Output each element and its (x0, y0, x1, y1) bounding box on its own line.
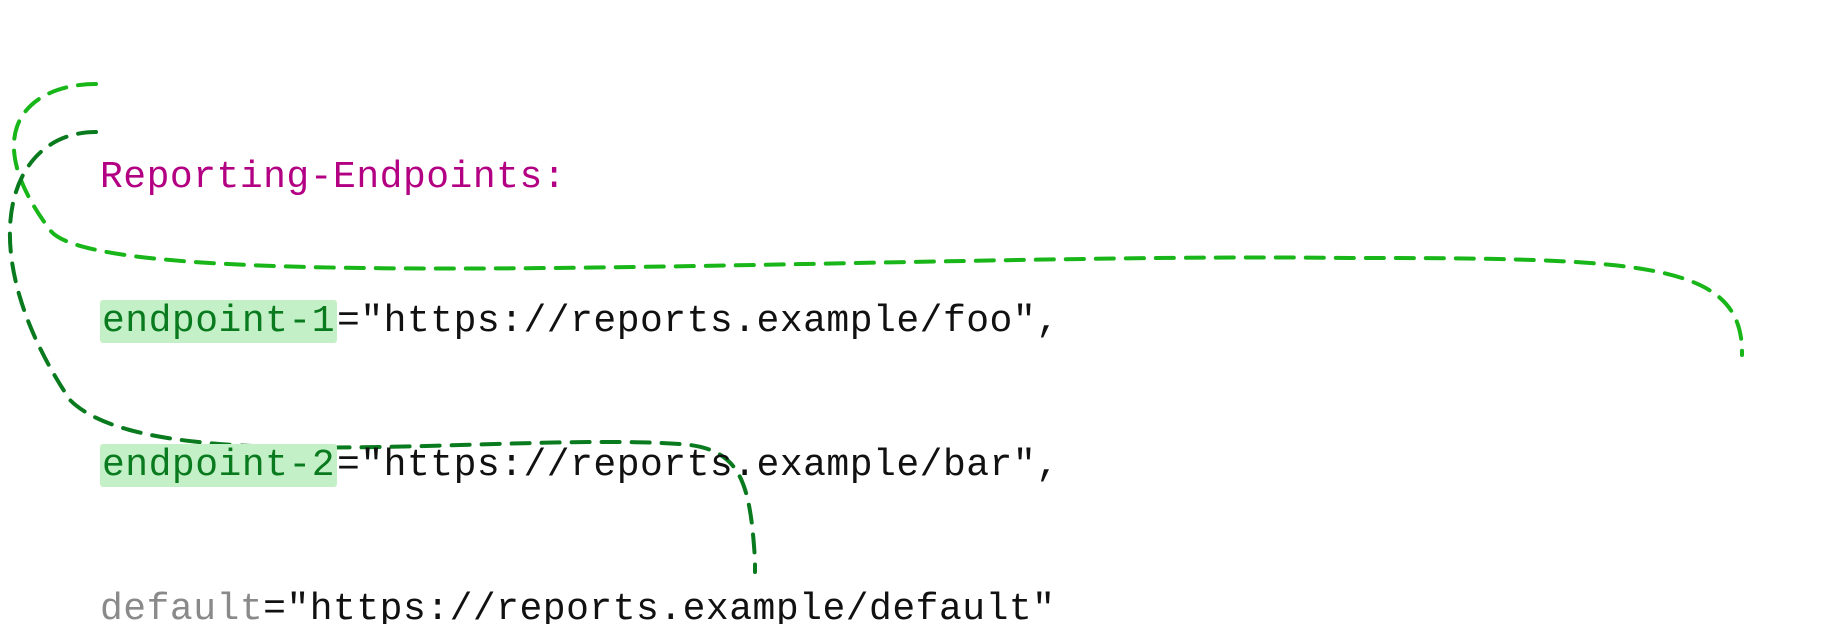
endpoint-1-url: "https://reports.example/foo" (360, 300, 1036, 343)
reporting-endpoints-header: Reporting-Endpoints: (100, 156, 566, 199)
endpoint-default-line: default="https://reports.example/default… (100, 586, 1479, 624)
code-block: Reporting-Endpoints: endpoint-1="https:/… (100, 10, 1479, 624)
diagram-canvas: Reporting-Endpoints: endpoint-1="https:/… (0, 0, 1844, 624)
endpoint-2-line: endpoint-2="https://reports.example/bar"… (100, 442, 1479, 490)
endpoint-1-equals: = (337, 300, 360, 343)
endpoint-default-name: default (100, 588, 263, 624)
endpoint-2-url: "https://reports.example/bar" (360, 444, 1036, 487)
endpoint-2-equals: = (337, 444, 360, 487)
endpoint-2-name: endpoint-2 (100, 444, 337, 487)
reporting-endpoints-header-line: Reporting-Endpoints: (100, 154, 1479, 202)
endpoint-default-equals: = (263, 588, 286, 624)
endpoint-2-trail: , (1036, 444, 1059, 487)
endpoint-1-trail: , (1036, 300, 1059, 343)
endpoint-1-line: endpoint-1="https://reports.example/foo"… (100, 298, 1479, 346)
endpoint-default-url: "https://reports.example/default" (286, 588, 1055, 624)
endpoint-1-name: endpoint-1 (100, 300, 337, 343)
